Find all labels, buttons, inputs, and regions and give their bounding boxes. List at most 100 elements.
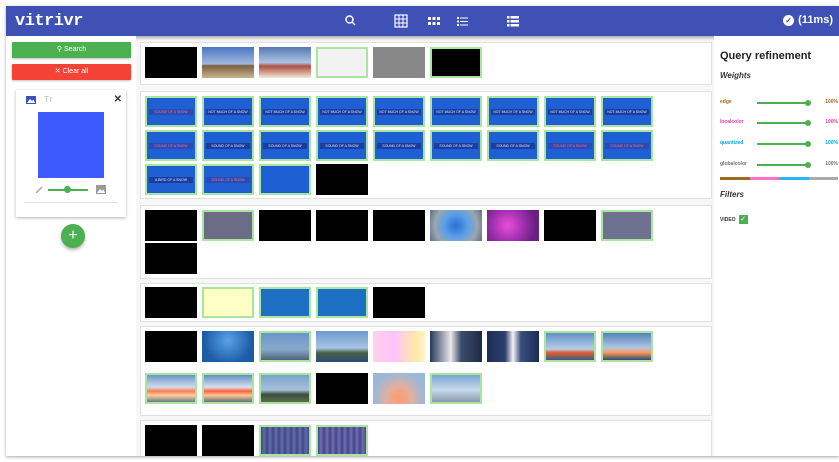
result-thumbnail[interactable]: SOUND OF A SNOW <box>259 130 311 161</box>
result-thumbnail[interactable] <box>430 47 482 78</box>
grid-large-icon[interactable] <box>394 14 408 28</box>
result-thumbnail[interactable] <box>145 425 197 456</box>
result-thumbnail[interactable] <box>202 210 254 241</box>
result-thumbnail[interactable]: SOUND OF A SNOW <box>544 130 596 161</box>
result-thumbnail[interactable] <box>373 373 425 404</box>
thumbnail-caption: SOUND OF A SNOW <box>548 143 592 149</box>
result-thumbnail[interactable] <box>202 425 254 456</box>
result-thumbnail[interactable] <box>430 210 482 241</box>
search-button[interactable]: ⚲ Search <box>12 42 131 58</box>
close-icon[interactable]: ✕ <box>114 94 122 105</box>
weight-slider[interactable] <box>757 143 809 145</box>
color-sketch-canvas[interactable] <box>38 112 104 178</box>
result-thumbnail[interactable] <box>373 210 425 241</box>
list-icon[interactable] <box>456 14 470 28</box>
search-icon[interactable] <box>344 14 358 28</box>
weight-value: 100% <box>825 140 838 146</box>
result-thumbnail[interactable] <box>145 287 197 318</box>
clear-all-button[interactable]: ✕ Clear all <box>12 64 131 80</box>
result-thumbnail[interactable] <box>259 210 311 241</box>
weight-slider[interactable] <box>757 164 809 166</box>
result-thumbnail[interactable] <box>259 164 311 195</box>
result-thumbnail[interactable]: NOT MUCH OF A SNOW <box>259 96 311 127</box>
image-upload-icon[interactable] <box>96 185 106 194</box>
result-thumbnail[interactable] <box>316 47 368 78</box>
result-thumbnail[interactable]: SOUND OF A SNOW <box>487 130 539 161</box>
result-thumbnail[interactable] <box>145 210 197 241</box>
close-icon: ✕ <box>54 68 61 75</box>
result-thumbnail[interactable] <box>601 331 653 362</box>
check-circle-icon: ✓ <box>783 14 795 26</box>
thumbnail-caption: NOT MUCH OF A SNOW <box>377 109 421 115</box>
result-thumbnail[interactable] <box>316 425 368 456</box>
thumbnail-caption: SOUND OF A SNOW <box>206 143 250 149</box>
result-thumbnail[interactable] <box>145 331 197 362</box>
result-thumbnail[interactable] <box>373 47 425 78</box>
result-thumbnail[interactable]: NOT MUCH OF A SNOW <box>316 96 368 127</box>
result-thumbnail[interactable] <box>202 373 254 404</box>
result-thumbnail[interactable] <box>259 47 311 78</box>
result-thumbnail[interactable]: NOT MUCH OF A SNOW <box>373 96 425 127</box>
weight-slider-knob[interactable] <box>805 100 811 106</box>
filter-video[interactable]: VIDEO ✓ <box>720 215 748 224</box>
result-thumbnail[interactable]: A BIRD OF A SNOW <box>145 164 197 195</box>
result-thumbnail[interactable]: SOUND OF A SNOW <box>202 164 254 195</box>
result-thumbnail[interactable] <box>430 373 482 404</box>
result-thumbnail[interactable] <box>145 243 197 274</box>
result-thumbnail[interactable]: SOUND OF A SNOW <box>202 130 254 161</box>
thumbnail-caption: NOT MUCH OF A SNOW <box>263 109 307 115</box>
result-thumbnail[interactable]: SOUND OF A SNOW <box>430 130 482 161</box>
result-thumbnail[interactable] <box>544 331 596 362</box>
result-thumbnail[interactable] <box>145 47 197 78</box>
result-thumbnail[interactable] <box>259 373 311 404</box>
result-thumbnail[interactable]: NOT MUCH OF A SNOW <box>601 96 653 127</box>
weight-row-localcolor: localcolor 100% <box>720 118 838 128</box>
weight-row-quantized: quantized 100% <box>720 139 838 149</box>
result-thumbnail[interactable] <box>430 331 482 362</box>
weight-slider-knob[interactable] <box>805 120 811 126</box>
weight-slider[interactable] <box>757 122 809 124</box>
result-thumbnail[interactable] <box>259 425 311 456</box>
result-thumbnail[interactable] <box>373 287 425 318</box>
result-thumbnail[interactable] <box>316 373 368 404</box>
result-thumbnail[interactable]: SOUND OF A SNOW <box>145 96 197 127</box>
weight-label: globalcolor <box>720 161 747 167</box>
result-thumbnail[interactable] <box>373 331 425 362</box>
result-thumbnail[interactable]: NOT MUCH OF A SNOW <box>430 96 482 127</box>
weight-row-globalcolor: globalcolor 100% <box>720 160 838 170</box>
list-detail-icon[interactable] <box>506 14 520 28</box>
result-thumbnail[interactable] <box>316 164 368 195</box>
result-thumbnail[interactable]: NOT MUCH OF A SNOW <box>202 96 254 127</box>
result-thumbnail[interactable]: NOT MUCH OF A SNOW <box>487 96 539 127</box>
result-thumbnail[interactable] <box>202 287 254 318</box>
weights-heading: Weights <box>720 71 751 80</box>
result-thumbnail[interactable] <box>202 331 254 362</box>
result-thumbnail[interactable] <box>487 210 539 241</box>
clear-all-label: Clear all <box>62 68 89 75</box>
image-tab-icon[interactable] <box>26 96 36 104</box>
result-thumbnail[interactable]: SOUND OF A SNOW <box>601 130 653 161</box>
weight-slider[interactable] <box>757 102 809 104</box>
result-thumbnail[interactable]: SOUND OF A SNOW <box>316 130 368 161</box>
result-thumbnail[interactable] <box>487 331 539 362</box>
text-tab-icon[interactable]: Tт <box>44 95 53 104</box>
result-thumbnail[interactable] <box>316 210 368 241</box>
result-thumbnail[interactable] <box>259 287 311 318</box>
result-thumbnail[interactable]: SOUND OF A SNOW <box>145 130 197 161</box>
result-thumbnail[interactable] <box>145 373 197 404</box>
result-thumbnail[interactable] <box>316 287 368 318</box>
result-thumbnail[interactable] <box>316 331 368 362</box>
result-thumbnail[interactable]: NOT MUCH OF A SNOW <box>544 96 596 127</box>
result-thumbnail[interactable] <box>259 331 311 362</box>
result-thumbnail[interactable]: SOUND OF A SNOW <box>373 130 425 161</box>
weight-slider-knob[interactable] <box>805 162 811 168</box>
result-thumbnail[interactable] <box>601 210 653 241</box>
grid-small-icon[interactable] <box>427 14 441 28</box>
result-thumbnail[interactable] <box>202 47 254 78</box>
brush-size-knob[interactable] <box>64 186 71 193</box>
result-thumbnail[interactable] <box>544 210 596 241</box>
weight-slider-knob[interactable] <box>805 141 811 147</box>
result-group <box>140 205 712 279</box>
checkbox-checked-icon[interactable]: ✓ <box>738 215 748 224</box>
add-query-term-button[interactable]: + <box>61 224 85 248</box>
